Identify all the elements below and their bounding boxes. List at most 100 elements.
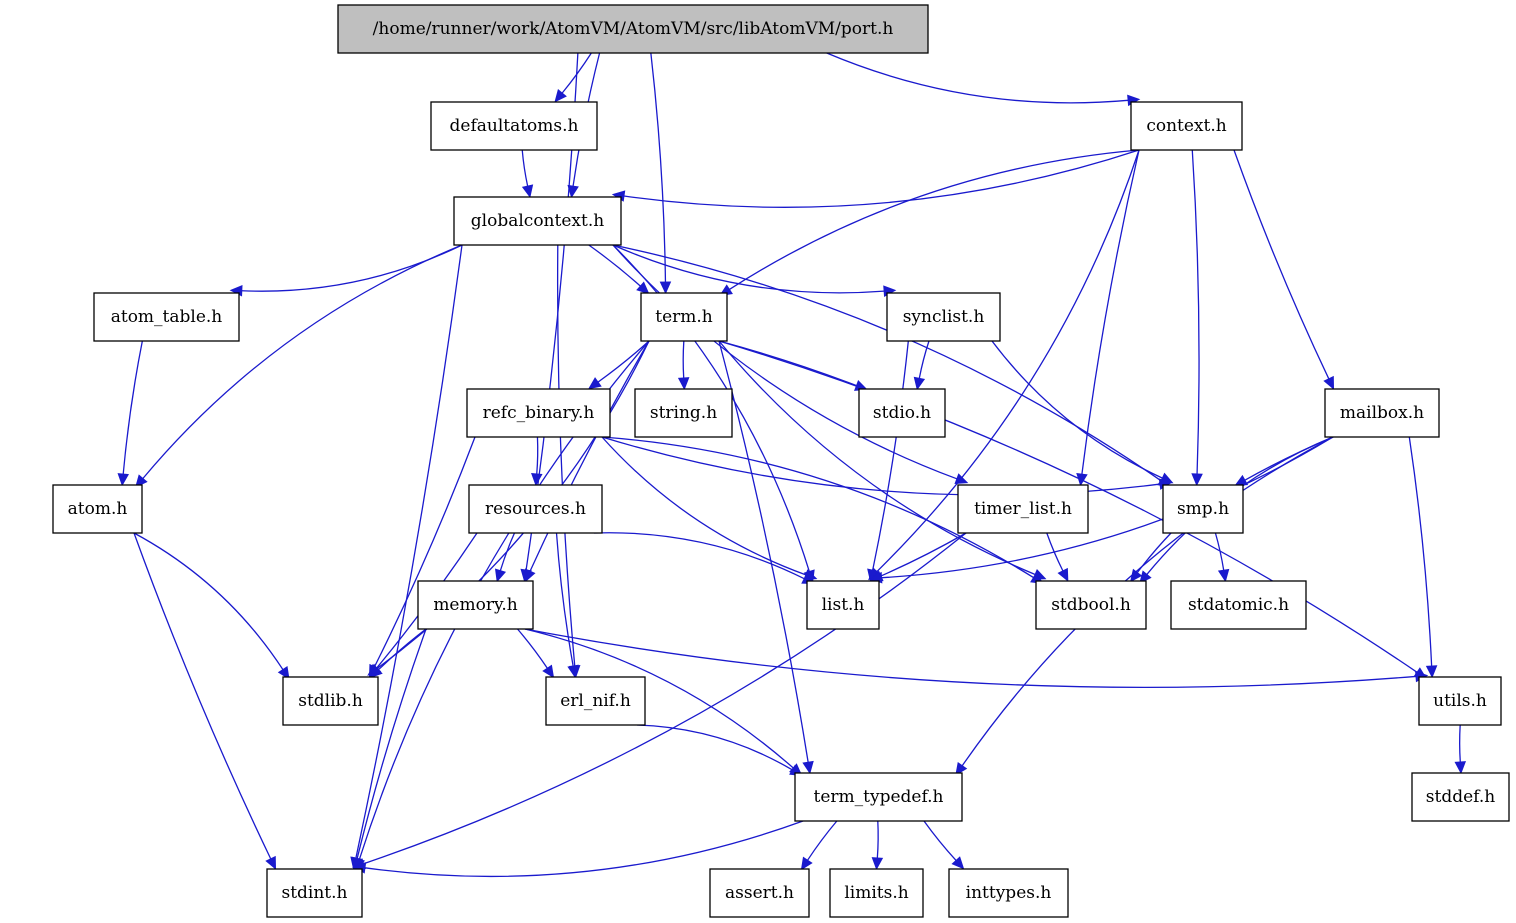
arrowhead-icon — [913, 376, 926, 391]
node-stdatomic[interactable]: stdatomic.h — [1170, 580, 1307, 630]
edge-line — [517, 628, 548, 669]
node-label: resources.h — [485, 499, 586, 519]
node-label: limits.h — [844, 883, 908, 903]
edge-term-to-refc_binary — [588, 340, 650, 390]
node-limits[interactable]: limits.h — [829, 868, 924, 918]
edge-memory-to-stdint — [351, 628, 427, 871]
node-label: globalcontext.h — [471, 211, 604, 231]
edge-line — [826, 52, 1129, 104]
edge-line — [142, 244, 463, 479]
edge-line — [122, 340, 143, 475]
edge-line — [923, 820, 957, 861]
node-erl-nif[interactable]: erl_nif.h — [545, 676, 646, 726]
node-synclist[interactable]: synclist.h — [886, 292, 1001, 342]
node-inttypes[interactable]: inttypes.h — [948, 868, 1069, 918]
arrowhead-icon — [954, 473, 969, 485]
arrowhead-icon — [1057, 567, 1069, 582]
node-label: stdatomic.h — [1188, 595, 1289, 615]
edge-line — [364, 820, 804, 878]
arrowhead-icon — [800, 856, 813, 871]
node-label: stdint.h — [281, 883, 347, 903]
edge-line — [729, 149, 1140, 291]
node-atom[interactable]: atom.h — [52, 484, 143, 534]
node-atom-table[interactable]: atom_table.h — [93, 292, 240, 342]
node-term-typedef[interactable]: term_typedef.h — [794, 772, 963, 822]
node-timer-list[interactable]: timer_list.h — [957, 484, 1089, 534]
edge-term-to-stdbool — [718, 340, 1047, 580]
edge-memory-to-erl_nif — [517, 628, 555, 679]
edge-term-to-term_typedef — [718, 340, 814, 775]
node-mailbox[interactable]: mailbox.h — [1324, 388, 1440, 438]
node-stdint[interactable]: stdint.h — [266, 868, 363, 918]
arrowhead-icon — [659, 281, 672, 295]
edge-line — [241, 244, 463, 292]
edge-globalcontext-to-stdint — [350, 244, 463, 871]
node-memory[interactable]: memory.h — [417, 580, 534, 630]
edge-line — [650, 52, 667, 283]
edge-line — [612, 244, 1162, 482]
edge-globalcontext-to-atom_table — [229, 244, 463, 297]
node-stdbool[interactable]: stdbool.h — [1035, 580, 1147, 630]
node-context[interactable]: context.h — [1130, 101, 1243, 151]
edges-layer — [117, 52, 1467, 878]
node-label: term_typedef.h — [814, 787, 944, 807]
edge-globalcontext-to-erl_nif — [556, 244, 581, 679]
node-smp[interactable]: smp.h — [1162, 484, 1244, 534]
edge-resources-to-erl_nif — [555, 532, 579, 679]
node-assert[interactable]: assert.h — [709, 868, 810, 918]
edge-atom-to-stdint — [133, 532, 277, 870]
node-utils[interactable]: utils.h — [1418, 676, 1502, 726]
edge-line — [807, 820, 838, 861]
node-term[interactable]: term.h — [640, 292, 728, 342]
node-string[interactable]: string.h — [634, 388, 733, 438]
node-label: erl_nif.h — [560, 691, 631, 711]
node-stddef[interactable]: stddef.h — [1411, 772, 1510, 822]
arrowhead-icon — [1323, 375, 1335, 390]
arrowhead-icon — [1191, 473, 1203, 487]
node-label: utils.h — [1433, 691, 1487, 711]
edge-line — [1408, 436, 1433, 667]
edge-line — [536, 436, 539, 475]
edge-line — [521, 149, 529, 187]
edge-synclist-to-smp — [991, 340, 1174, 484]
edge-line — [1459, 724, 1461, 763]
edge-refc_binary-to-resources — [531, 436, 543, 487]
edge-term_typedef-to-assert — [800, 820, 838, 871]
node-label: inttypes.h — [966, 883, 1052, 903]
edge-line — [1081, 149, 1140, 475]
arrowhead-icon — [265, 855, 277, 870]
node-defaultatoms[interactable]: defaultatoms.h — [430, 101, 598, 151]
node-stdio[interactable]: stdio.h — [858, 388, 946, 438]
edge-defaultatoms-to-globalcontext — [521, 149, 534, 199]
arrowhead-icon — [494, 568, 507, 583]
edge-smp-to-stdbool — [1129, 532, 1172, 583]
edge-timer_list-to-stdbool — [1046, 532, 1069, 582]
node-refc-binary[interactable]: refc_binary.h — [466, 388, 611, 438]
edge-line — [1046, 532, 1064, 572]
edge-globalcontext-to-atom — [135, 244, 463, 488]
edge-mailbox-to-list — [869, 436, 1334, 584]
edge-refc_binary-to-list — [601, 436, 818, 581]
edge-utils-to-stddef — [1454, 724, 1467, 775]
node-resources[interactable]: resources.h — [468, 484, 603, 534]
edge-line — [872, 340, 909, 571]
edge-mailbox-to-utils — [1408, 436, 1438, 679]
node-label: memory.h — [433, 595, 517, 615]
arrowhead-icon — [871, 857, 884, 871]
arrowhead-icon — [521, 184, 534, 199]
edge-line — [876, 820, 879, 859]
node-label: mailbox.h — [1340, 403, 1424, 423]
edge-line — [356, 628, 427, 859]
node-label: assert.h — [725, 883, 794, 903]
arrowhead-icon — [117, 473, 130, 487]
edge-term_typedef-to-stdint — [352, 820, 804, 878]
node-list[interactable]: list.h — [806, 580, 880, 630]
node-label: stdbool.h — [1051, 595, 1131, 615]
edge-line — [1233, 149, 1330, 380]
node-globalcontext[interactable]: globalcontext.h — [453, 196, 622, 246]
edge-line — [612, 244, 885, 294]
node-stdlib[interactable]: stdlib.h — [282, 676, 379, 726]
edge-atom-to-stdlib — [133, 532, 290, 680]
node-label: synclist.h — [903, 307, 985, 327]
arrowhead-icon — [802, 760, 814, 775]
